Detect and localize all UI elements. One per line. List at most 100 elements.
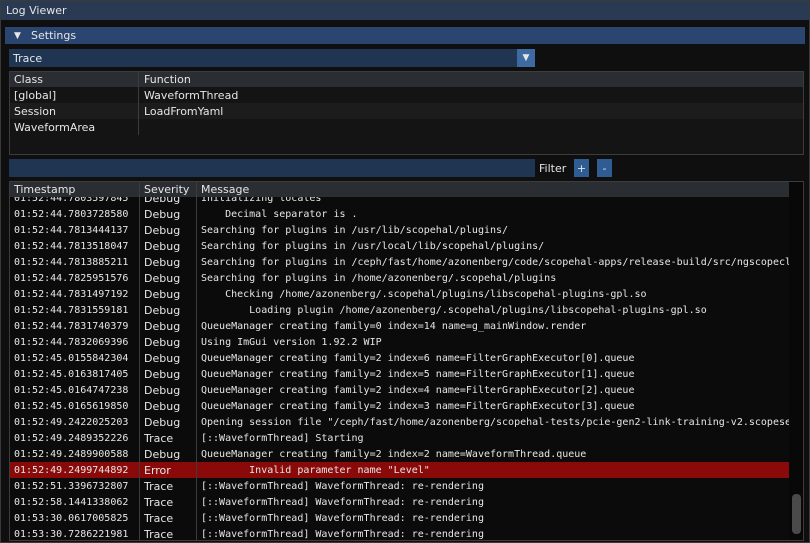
add-filter-button[interactable]: +	[574, 159, 589, 177]
timestamp-cell: 01:52:44.7831497192	[14, 288, 129, 300]
message-cell: Decimal separator is .	[196, 206, 789, 222]
severity-cell: Debug	[139, 334, 196, 350]
window-title: Log Viewer	[6, 4, 67, 17]
severity-cell: Debug	[139, 286, 196, 302]
filter-label: Filter	[539, 161, 567, 175]
timestamp-cell: 01:52:44.7831740379	[14, 320, 129, 332]
class-table-row[interactable]: Session LoadFromYaml	[10, 103, 803, 119]
timestamp-cell: 01:52:44.7803728580	[14, 208, 129, 220]
log-row[interactable]: 01:52:49.2422025203 Debug Opening session …	[10, 414, 789, 430]
message-cell: [::WaveformThread] Starting	[196, 430, 789, 446]
timestamp-cell: 01:52:44.7813518047	[14, 240, 129, 252]
message-cell: Searching for plugins in /usr/local/lib/…	[196, 238, 789, 254]
timestamp-cell: 01:52:49.2489352226	[14, 432, 129, 444]
log-row[interactable]: 01:53:30.7286221981 Trace [::WaveformThrea…	[10, 526, 789, 540]
log-row[interactable]: 01:52:58.1441338062 Trace [::WaveformThrea…	[10, 494, 789, 510]
log-row[interactable]: 01:52:45.0163817405 Debug QueueManager cre…	[10, 366, 789, 382]
message-cell: Searching for plugins in /home/azonenber…	[196, 270, 789, 286]
message-cell: QueueManager creating family=2 index=6 n…	[196, 350, 789, 366]
log-row[interactable]: 01:52:44.7831740379 Debug QueueManager cre…	[10, 318, 789, 334]
log-row[interactable]: 01:52:45.0155842304 Debug QueueManager cre…	[10, 350, 789, 366]
timestamp-cell: 01:52:51.3396732807	[14, 480, 129, 492]
log-viewer-window: Log Viewer ▼ Settings Trace ▼ Class Func…	[0, 0, 810, 543]
severity-cell: Debug	[139, 350, 196, 366]
timestamp-column-header[interactable]: Timestamp	[10, 182, 139, 197]
log-row[interactable]: 01:52:51.3396732807 Trace [::WaveformThrea…	[10, 478, 789, 494]
timestamp-cell: 01:52:44.7831559181	[14, 304, 129, 316]
message-column-header[interactable]: Message	[196, 182, 789, 197]
severity-cell: Trace	[139, 510, 196, 526]
log-row[interactable]: 01:52:49.2489900588 Debug QueueManager cre…	[10, 446, 789, 462]
log-scrollbar[interactable]	[789, 182, 803, 540]
severity-cell: Error	[139, 462, 196, 478]
function-column-header[interactable]: Function	[138, 72, 191, 87]
severity-cell: Debug	[139, 254, 196, 270]
message-cell: Loading plugin /home/azonenberg/.scopeha…	[196, 302, 789, 318]
severity-combo[interactable]: Trace ▼	[9, 49, 535, 67]
timestamp-cell: 01:53:30.0617005825	[14, 512, 129, 524]
log-row[interactable]: 01:52:44.7831559181 Debug Loading plugin …	[10, 302, 789, 318]
class-cell: Session	[14, 104, 56, 118]
log-row[interactable]: 01:52:49.2489352226 Trace [::WaveformThrea…	[10, 430, 789, 446]
timestamp-cell: 01:52:49.2499744892	[14, 464, 129, 476]
timestamp-cell: 01:52:58.1441338062	[14, 496, 129, 508]
log-table-body: 01:52:44.7803597845 Debug Initializing loc…	[10, 190, 789, 540]
function-cell	[138, 119, 144, 135]
timestamp-cell: 01:52:45.0164747238	[14, 384, 129, 396]
severity-cell: Debug	[139, 318, 196, 334]
timestamp-cell: 01:52:44.7813444137	[14, 224, 129, 236]
log-row[interactable]: 01:52:49.2499744892 Error Invalid paramet…	[10, 462, 789, 478]
log-row[interactable]: 01:52:44.7825951576 Debug Searching for pl…	[10, 270, 789, 286]
log-table: Timestamp Severity Message 01:52:44.7803…	[9, 181, 804, 541]
timestamp-cell: 01:53:30.7286221981	[14, 528, 129, 540]
severity-cell: Debug	[139, 238, 196, 254]
message-cell: [::WaveformThread] WaveformThread: re-re…	[196, 494, 789, 510]
severity-cell: Debug	[139, 206, 196, 222]
log-row[interactable]: 01:53:30.0617005825 Trace [::WaveformThrea…	[10, 510, 789, 526]
message-cell: QueueManager creating family=0 index=14 …	[196, 318, 789, 334]
class-table-row[interactable]: WaveformArea	[10, 119, 803, 135]
filter-input[interactable]	[9, 159, 535, 177]
severity-cell: Debug	[139, 414, 196, 430]
log-row[interactable]: 01:52:44.7813518047 Debug Searching for pl…	[10, 238, 789, 254]
timestamp-cell: 01:52:44.7813885211	[14, 256, 129, 268]
severity-cell: Trace	[139, 526, 196, 540]
class-cell: [global]	[14, 88, 57, 102]
scrollbar-thumb[interactable]	[792, 494, 801, 534]
log-row[interactable]: 01:52:44.7813444137 Debug Searching for pl…	[10, 222, 789, 238]
log-row[interactable]: 01:52:44.7803728580 Debug Decimal separat…	[10, 206, 789, 222]
class-table-row[interactable]: [global] WaveformThread	[10, 87, 803, 103]
severity-column-header[interactable]: Severity	[139, 182, 196, 197]
severity-combo-value: Trace	[13, 51, 43, 65]
message-cell: Searching for plugins in /ceph/fast/home…	[196, 254, 789, 270]
remove-filter-button[interactable]: -	[597, 159, 612, 177]
severity-cell: Debug	[139, 222, 196, 238]
triangle-down-icon: ▼	[14, 30, 21, 41]
severity-cell: Debug	[139, 270, 196, 286]
function-cell: WaveformThread	[138, 87, 238, 103]
timestamp-cell: 01:52:45.0155842304	[14, 352, 129, 364]
timestamp-cell: 01:52:44.7825951576	[14, 272, 129, 284]
class-column-header[interactable]: Class	[10, 73, 138, 86]
log-row[interactable]: 01:52:44.7813885211 Debug Searching for pl…	[10, 254, 789, 270]
log-row[interactable]: 01:52:45.0164747238 Debug QueueManager cre…	[10, 382, 789, 398]
timestamp-cell: 01:52:44.7832069396	[14, 336, 129, 348]
settings-collapsing-header[interactable]: ▼ Settings	[5, 27, 805, 44]
chevron-down-icon[interactable]: ▼	[517, 49, 535, 67]
message-cell: [::WaveformThread] WaveformThread: re-re…	[196, 526, 789, 540]
severity-cell: Debug	[139, 382, 196, 398]
log-table-header: Timestamp Severity Message	[10, 182, 789, 197]
log-row[interactable]: 01:52:44.7831497192 Debug Checking /home/…	[10, 286, 789, 302]
log-row[interactable]: 01:52:45.0165619850 Debug QueueManager cre…	[10, 398, 789, 414]
severity-cell: Trace	[139, 430, 196, 446]
message-cell: Invalid parameter name "Level"	[196, 462, 789, 478]
timestamp-cell: 01:52:49.2422025203	[14, 416, 129, 428]
message-cell: Opening session file "/ceph/fast/home/az…	[196, 414, 789, 430]
message-cell: QueueManager creating family=2 index=5 n…	[196, 366, 789, 382]
log-row[interactable]: 01:52:44.7832069396 Debug Using ImGui vers…	[10, 334, 789, 350]
message-cell: QueueManager creating family=2 index=3 n…	[196, 398, 789, 414]
severity-cell: Debug	[139, 398, 196, 414]
window-titlebar[interactable]: Log Viewer	[1, 1, 809, 20]
message-cell: Using ImGui version 1.92.2 WIP	[196, 334, 789, 350]
class-function-table: Class Function [global] WaveformThread S…	[9, 71, 804, 155]
